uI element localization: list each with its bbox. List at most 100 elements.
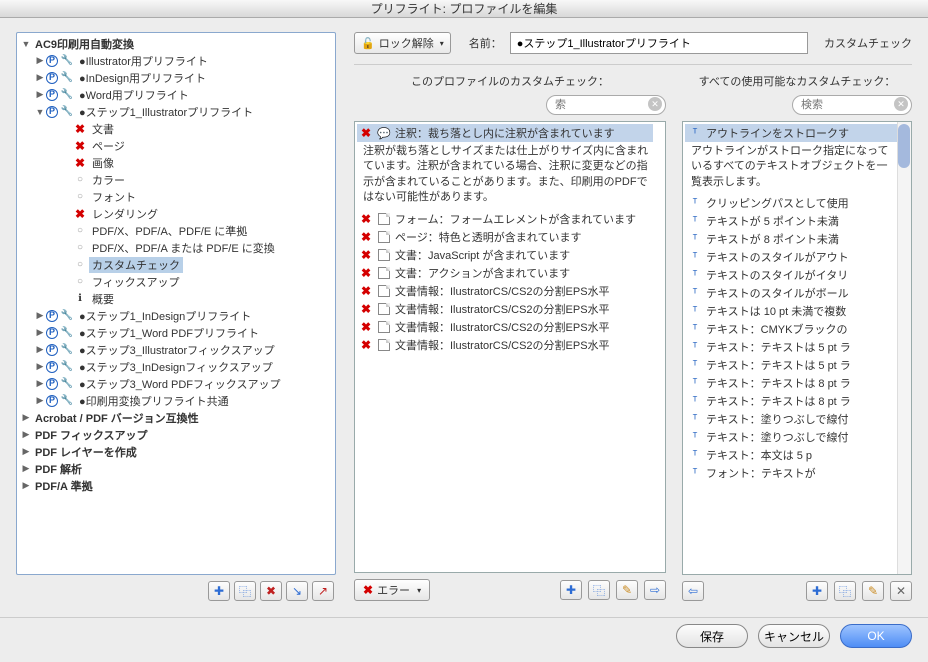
tree-leaf[interactable]: ℹ概要 <box>17 290 335 307</box>
tree-category[interactable]: ▶Acrobat / PDF バージョン互換性 <box>17 409 335 426</box>
tree-leaf[interactable]: ✖文書 <box>17 120 335 137</box>
save-button[interactable]: 保存 <box>676 624 748 648</box>
tree-category[interactable]: ▶PDF レイヤーを作成 <box>17 443 335 460</box>
chevron-right-icon[interactable]: ▶ <box>35 73 45 83</box>
tree-leaf-selected[interactable]: カスタムチェック <box>17 256 335 273</box>
list-item[interactable]: ✖文書情報：IlustratorCS/CS2の分割EPS水平 <box>357 282 653 300</box>
lock-dropdown[interactable]: 🔓 ロック解除 ▾ <box>354 32 451 54</box>
chevron-down-icon[interactable]: ▼ <box>21 39 31 49</box>
list-item[interactable]: ᵀテキスト：CMYKブラックの <box>685 320 899 338</box>
tree-leaf[interactable]: カラー <box>17 171 335 188</box>
chevron-right-icon[interactable]: ▶ <box>21 430 31 440</box>
list-item[interactable]: ᵀテキスト：塗りつぶしで線付 <box>685 428 899 446</box>
ok-button[interactable]: OK <box>840 624 912 648</box>
list-item-label: 文書：JavaScript が含まれています <box>395 247 570 263</box>
tree-node[interactable]: ▶P●ステップ3_Illustratorフィックスアップ <box>17 341 335 358</box>
list-item[interactable]: ᵀテキストが 5 ポイント未満 <box>685 212 899 230</box>
add-button[interactable]: ✚ <box>806 581 828 601</box>
export-button[interactable]: ↗ <box>312 581 334 601</box>
tree-leaf[interactable]: ✖レンダリング <box>17 205 335 222</box>
tree-leaf[interactable]: ✖ページ <box>17 137 335 154</box>
chevron-right-icon[interactable]: ▶ <box>35 328 45 338</box>
tree-node[interactable]: ▶P●Word用プリフライト <box>17 86 335 103</box>
tree-root[interactable]: ▼ AC9印刷用自動変換 <box>17 35 335 52</box>
error-dropdown[interactable]: ✖エラー▾ <box>354 579 430 601</box>
tree-leaf[interactable]: フィックスアップ <box>17 273 335 290</box>
clear-search-icon[interactable]: ✕ <box>648 97 662 111</box>
chevron-right-icon[interactable]: ▶ <box>35 311 45 321</box>
chevron-right-icon[interactable]: ▶ <box>35 345 45 355</box>
list-item[interactable]: ᵀテキスト：塗りつぶしで線付 <box>685 410 899 428</box>
chevron-right-icon[interactable]: ▶ <box>21 464 31 474</box>
list-item-selected[interactable]: ᵀ アウトラインをストロークす <box>685 124 899 142</box>
scrollbar-thumb[interactable] <box>898 124 910 168</box>
tree-category[interactable]: ▶PDF フィックスアップ <box>17 426 335 443</box>
add-button[interactable]: ✚ <box>560 580 582 600</box>
list-item[interactable]: ✖フォーム：フォームエレメントが含まれています <box>357 210 653 228</box>
list-item[interactable]: ᵀフォント：テキストが <box>685 464 899 482</box>
list-item[interactable]: ✖ページ：特色と透明が含まれています <box>357 228 653 246</box>
add-button[interactable]: ✚ <box>208 581 230 601</box>
clear-search-icon[interactable]: ✕ <box>894 97 908 111</box>
duplicate-button[interactable]: ⿻ <box>588 580 610 600</box>
list-item[interactable]: ᵀテキストのスタイルがボール <box>685 284 899 302</box>
profile-checks-list[interactable]: ✖ 💬 注釈：裁ち落とし内に注釈が含まれています 注釈が裁ち落としサイズまたは仕… <box>354 121 666 573</box>
list-item-selected[interactable]: ✖ 💬 注釈：裁ち落とし内に注釈が含まれています <box>357 124 653 142</box>
chevron-right-icon[interactable]: ▶ <box>35 56 45 66</box>
tree-leaf[interactable]: フォント <box>17 188 335 205</box>
list-item[interactable]: ✖文書情報：IlustratorCS/CS2の分割EPS水平 <box>357 336 653 354</box>
list-item[interactable]: ᵀテキスト：テキストは 8 pt ラ <box>685 374 899 392</box>
list-item[interactable]: ᵀテキスト：テキストは 5 pt ラ <box>685 356 899 374</box>
tree-node[interactable]: ▶P●ステップ3_Word PDFフィックスアップ <box>17 375 335 392</box>
delete-button[interactable]: ✕ <box>890 581 912 601</box>
duplicate-button[interactable]: ⿻ <box>234 581 256 601</box>
chevron-right-icon[interactable]: ▶ <box>35 362 45 372</box>
chevron-down-icon: ▾ <box>417 586 421 595</box>
chevron-down-icon: ▾ <box>440 39 444 48</box>
tree-leaf[interactable]: ✖画像 <box>17 154 335 171</box>
chevron-right-icon[interactable]: ▶ <box>21 481 31 491</box>
list-item[interactable]: ᵀテキスト：テキストは 5 pt ラ <box>685 338 899 356</box>
move-left-button[interactable]: ⇦ <box>682 581 704 601</box>
list-item[interactable]: ✖文書：アクションが含まれています <box>357 264 653 282</box>
tree-category[interactable]: ▶PDF 解析 <box>17 460 335 477</box>
name-input[interactable] <box>510 32 808 54</box>
list-item[interactable]: ᵀテキストが 8 ポイント未満 <box>685 230 899 248</box>
edit-button[interactable]: ✎ <box>616 580 638 600</box>
chevron-right-icon[interactable]: ▶ <box>35 396 45 406</box>
tree-node[interactable]: ▶P●InDesign用プリフライト <box>17 69 335 86</box>
chevron-right-icon[interactable]: ▶ <box>21 413 31 423</box>
tree-node[interactable]: ▶P●Illustrator用プリフライト <box>17 52 335 69</box>
tree-leaf[interactable]: PDF/X、PDF/A または PDF/E に変換 <box>17 239 335 256</box>
move-right-button[interactable]: ⇨ <box>644 580 666 600</box>
list-item[interactable]: ᵀテキスト：テキストは 8 pt ラ <box>685 392 899 410</box>
list-item[interactable]: ᵀテキストのスタイルがアウト <box>685 248 899 266</box>
chevron-down-icon[interactable]: ▼ <box>35 107 45 117</box>
tree-leaf[interactable]: PDF/X、PDF/A、PDF/E に準拠 <box>17 222 335 239</box>
tree-node[interactable]: ▶P●ステップ1_InDesignプリフライト <box>17 307 335 324</box>
list-item[interactable]: ᵀテキストは 10 pt 未満で複数 <box>685 302 899 320</box>
tree-node[interactable]: ▶P●ステップ3_InDesignフィックスアップ <box>17 358 335 375</box>
tree-node[interactable]: ▶P●印刷用変換プリフライト共通 <box>17 392 335 409</box>
list-item[interactable]: ✖文書情報：IlustratorCS/CS2の分割EPS水平 <box>357 300 653 318</box>
edit-button[interactable]: ✎ <box>862 581 884 601</box>
list-item[interactable]: ᵀテキスト：本文は 5 p <box>685 446 899 464</box>
delete-button[interactable]: ✖ <box>260 581 282 601</box>
list-item[interactable]: ✖文書：JavaScript が含まれています <box>357 246 653 264</box>
chevron-right-icon[interactable]: ▶ <box>35 379 45 389</box>
all-checks-list[interactable]: ᵀ アウトラインをストロークす アウトラインがストローク指定になっているすべての… <box>682 121 912 575</box>
cancel-button[interactable]: キャンセル <box>758 624 830 648</box>
list-item[interactable]: ᵀクリッピングパスとして使用 <box>685 194 899 212</box>
chevron-right-icon[interactable]: ▶ <box>35 90 45 100</box>
list-item[interactable]: ✖文書情報：IlustratorCS/CS2の分割EPS水平 <box>357 318 653 336</box>
list-item[interactable]: ᵀテキストのスタイルがイタリ <box>685 266 899 284</box>
import-button[interactable]: ↘ <box>286 581 308 601</box>
tree-node-expanded[interactable]: ▼P●ステップ1_Illustratorプリフライト <box>17 103 335 120</box>
tree-category[interactable]: ▶PDF/A 準拠 <box>17 477 335 494</box>
text-icon: ᵀ <box>687 269 703 281</box>
chevron-right-icon[interactable]: ▶ <box>21 447 31 457</box>
profile-tree[interactable]: ▼ AC9印刷用自動変換 ▶P●Illustrator用プリフライト ▶P●In… <box>16 32 336 575</box>
duplicate-button[interactable]: ⿻ <box>834 581 856 601</box>
tree-node[interactable]: ▶P●ステップ1_Word PDFプリフライト <box>17 324 335 341</box>
scrollbar[interactable] <box>897 122 911 574</box>
